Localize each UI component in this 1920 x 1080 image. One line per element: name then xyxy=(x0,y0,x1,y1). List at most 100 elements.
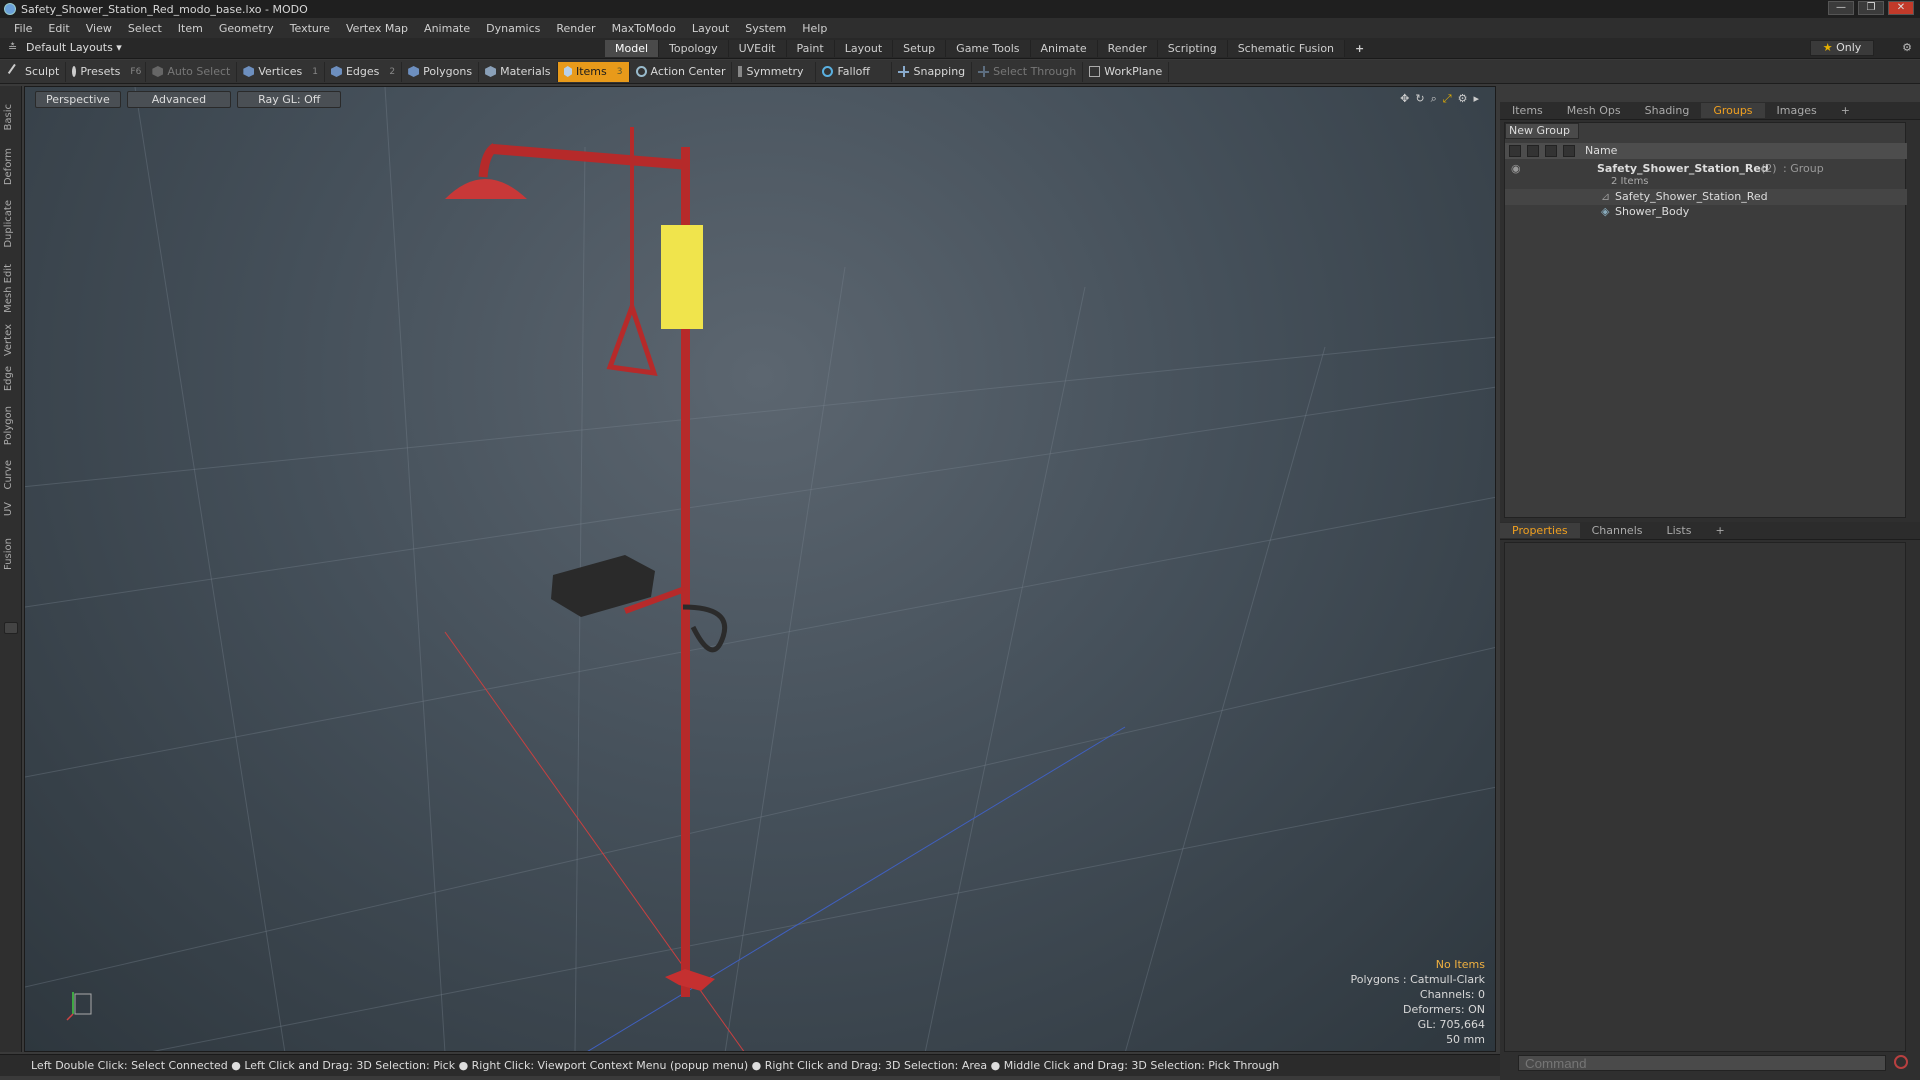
stats-polygons: Polygons : Catmull-Clark xyxy=(1350,973,1485,986)
stats-scale: 50 mm xyxy=(1446,1033,1485,1046)
tab-channels[interactable]: Channels xyxy=(1580,523,1655,538)
tab-render[interactable]: Render xyxy=(1097,40,1158,57)
menu-item[interactable]: Item xyxy=(170,22,211,35)
fit-icon[interactable]: ⤢ xyxy=(1443,92,1452,106)
materials-button[interactable]: Materials xyxy=(479,61,558,82)
zoom-icon[interactable]: ⌕ xyxy=(1431,92,1437,106)
command-history-icon[interactable] xyxy=(1894,1055,1908,1069)
menu-animate[interactable]: Animate xyxy=(416,22,478,35)
maximize-button[interactable]: ❐ xyxy=(1858,1,1884,15)
vtab-uv[interactable]: UV xyxy=(3,502,19,516)
3d-viewport[interactable]: Perspective Advanced Ray GL: Off ✥ ↻ ⌕ ⤢… xyxy=(24,86,1496,1052)
vtab-deform[interactable]: Deform xyxy=(3,148,19,185)
rotate-icon[interactable]: ↻ xyxy=(1415,92,1424,106)
snapping-button[interactable]: Snapping xyxy=(892,61,973,82)
visibility-column-icon[interactable] xyxy=(1509,145,1521,157)
tab-schematic-fusion[interactable]: Schematic Fusion xyxy=(1227,40,1346,57)
menu-edit[interactable]: Edit xyxy=(40,22,77,35)
action-center-icon xyxy=(635,66,647,77)
mesh-item-icon: ⊿ xyxy=(1601,190,1611,203)
menu-select[interactable]: Select xyxy=(120,22,170,35)
action-center-button[interactable]: Action Center xyxy=(630,61,733,82)
layout-select[interactable]: Default Layouts ▾ xyxy=(26,41,122,54)
workplane-button[interactable]: WorkPlane xyxy=(1083,61,1170,82)
menu-help[interactable]: Help xyxy=(794,22,835,35)
shading-mode-button[interactable]: Advanced xyxy=(126,91,232,108)
new-group-button[interactable]: New Group xyxy=(1505,123,1579,139)
edges-button[interactable]: Edges 2 xyxy=(325,61,403,82)
select-through-button[interactable]: Select Through xyxy=(972,61,1084,82)
menu-dynamics[interactable]: Dynamics xyxy=(478,22,548,35)
polygons-button[interactable]: Polygons xyxy=(402,61,480,82)
list-item[interactable]: ⊿ Safety_Shower_Station_Red xyxy=(1505,189,1907,205)
vertices-button[interactable]: Vertices 1 xyxy=(237,61,325,82)
z-axis-line xyxy=(587,726,1126,1051)
tab-properties[interactable]: Properties xyxy=(1500,523,1580,538)
add-bottom-tab-button[interactable]: + xyxy=(1703,523,1736,538)
groups-list: New Group Name ◉ Safety_Shower_Station_R… xyxy=(1504,122,1907,518)
materials-label: Materials xyxy=(500,65,551,78)
tab-groups[interactable]: Groups xyxy=(1701,103,1765,118)
only-button[interactable]: ★ Only xyxy=(1810,40,1874,56)
presets-button[interactable]: Presets F6 xyxy=(66,61,147,82)
vtab-fusion[interactable]: Fusion xyxy=(3,538,19,570)
symmetry-label: Symmetry xyxy=(746,65,804,78)
tab-animate[interactable]: Animate xyxy=(1030,40,1098,57)
list-item[interactable]: ◈ Shower_Body xyxy=(1505,204,1907,220)
name-column-header: Name xyxy=(1585,144,1618,157)
tab-shading[interactable]: Shading xyxy=(1633,103,1702,118)
tab-model[interactable]: Model xyxy=(605,40,660,57)
falloff-button[interactable]: Falloff xyxy=(816,61,893,82)
view-mode-button[interactable]: Perspective xyxy=(35,91,121,108)
viewport-header: Perspective Advanced Ray GL: Off xyxy=(35,91,342,108)
vtab-curve[interactable]: Curve xyxy=(3,460,19,490)
menu-texture[interactable]: Texture xyxy=(282,22,338,35)
tab-paint[interactable]: Paint xyxy=(786,40,835,57)
minimize-button[interactable]: — xyxy=(1828,1,1854,15)
tab-items[interactable]: Items xyxy=(1500,103,1555,118)
select-column-icon[interactable] xyxy=(1563,145,1575,157)
vtab-vertex[interactable]: Vertex xyxy=(3,324,19,356)
menu-layout[interactable]: Layout xyxy=(684,22,737,35)
vtab-edge[interactable]: Edge xyxy=(3,366,19,391)
vtab-polygon[interactable]: Polygon xyxy=(3,406,19,445)
vtab-duplicate[interactable]: Duplicate xyxy=(3,200,19,248)
lock-column-icon[interactable] xyxy=(1545,145,1557,157)
close-button[interactable]: ✕ xyxy=(1888,1,1914,15)
menu-system[interactable]: System xyxy=(737,22,794,35)
tab-lists[interactable]: Lists xyxy=(1655,523,1704,538)
command-input[interactable] xyxy=(1518,1055,1886,1071)
tab-images[interactable]: Images xyxy=(1765,103,1829,118)
viewport-stats: No Items Polygons : Catmull-Clark Channe… xyxy=(1350,957,1485,1047)
viewport-settings-icon[interactable]: ⚙ xyxy=(1458,92,1468,106)
vtab-basic[interactable]: Basic xyxy=(3,104,19,130)
tab-uvedit[interactable]: UVEdit xyxy=(728,40,787,57)
menu-vertex-map[interactable]: Vertex Map xyxy=(338,22,416,35)
menu-maxtomodo[interactable]: MaxToModo xyxy=(604,22,684,35)
tab-setup[interactable]: Setup xyxy=(893,40,947,57)
pan-icon[interactable]: ✥ xyxy=(1400,92,1409,106)
tab-topology[interactable]: Topology xyxy=(659,40,729,57)
tab-game-tools[interactable]: Game Tools xyxy=(946,40,1031,57)
raygl-button[interactable]: Ray GL: Off xyxy=(237,91,342,108)
viewport-menu-arrow-icon[interactable]: ▸ xyxy=(1473,92,1479,106)
workplane-label: WorkPlane xyxy=(1104,65,1163,78)
vtab-mesh-edit[interactable]: Mesh Edit xyxy=(3,264,19,313)
add-tab-button[interactable]: + xyxy=(1345,40,1374,57)
menu-file[interactable]: File xyxy=(6,22,40,35)
menu-geometry[interactable]: Geometry xyxy=(211,22,282,35)
sculpt-button[interactable]: Sculpt xyxy=(4,61,67,82)
add-panel-tab-button[interactable]: + xyxy=(1829,103,1862,118)
items-button[interactable]: Items 3 xyxy=(557,61,630,82)
render-column-icon[interactable] xyxy=(1527,145,1539,157)
menu-view[interactable]: View xyxy=(78,22,120,35)
tab-layout[interactable]: Layout xyxy=(834,40,894,57)
symmetry-button[interactable]: Symmetry xyxy=(732,61,817,82)
layout-menu-icon[interactable]: ≛ xyxy=(8,41,17,54)
tab-scripting[interactable]: Scripting xyxy=(1157,40,1228,57)
gear-icon[interactable]: ⚙ xyxy=(1902,41,1912,54)
auto-select-button[interactable]: Auto Select xyxy=(146,61,238,82)
tab-mesh-ops[interactable]: Mesh Ops xyxy=(1555,103,1633,118)
menu-render[interactable]: Render xyxy=(548,22,603,35)
toolbox-toggle-button[interactable] xyxy=(4,622,18,634)
